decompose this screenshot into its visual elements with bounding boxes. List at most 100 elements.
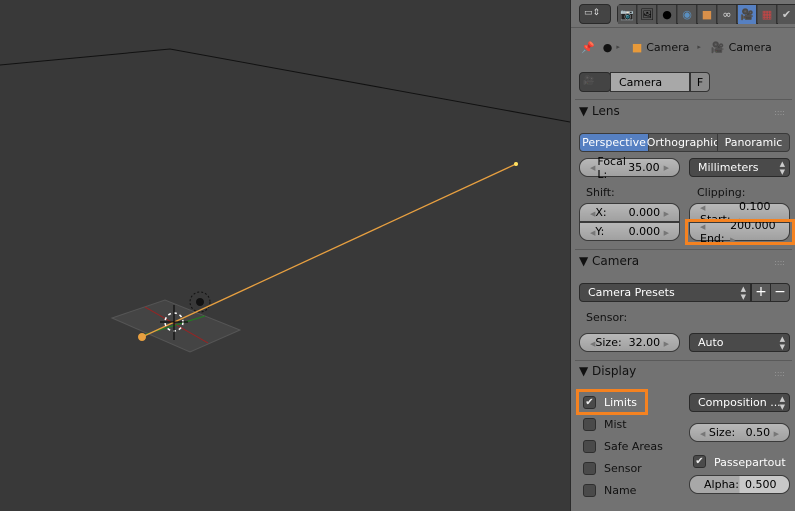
updown-icon: ▲ ▼ (779, 395, 785, 411)
alpha-label: Alpha: (704, 478, 739, 491)
passepartout-checkbox[interactable]: ✔ (693, 455, 706, 468)
breadcrumb-object: Camera (646, 40, 690, 54)
collapse-triangle-icon: ▼ (579, 254, 593, 268)
scene-tab[interactable]: ● (658, 5, 677, 24)
texture-icon: ▦ (761, 8, 773, 21)
shift-x-field[interactable]: ◀X: 0.000 ▶ (579, 203, 680, 222)
sensor-label: Sensor: (586, 311, 628, 324)
scene-icon: ● (662, 8, 672, 21)
limits-highlight (576, 389, 648, 415)
lens-unit-value: Millimeters (698, 161, 759, 174)
camera-panel-header[interactable]: ▼ Camera (579, 254, 639, 268)
name-checkbox[interactable] (583, 484, 596, 497)
pin-icon[interactable]: 📌 (581, 41, 595, 54)
clip-start-value: 0.100 (739, 199, 771, 213)
fake-user-button[interactable]: F (690, 72, 710, 92)
draw-size-field[interactable]: ◀ Size: 0.50 ▶ (689, 423, 790, 442)
perspective-button[interactable]: Perspective (579, 133, 649, 152)
properties-header: ▭⇕ 📷 🖼 ● ◉ ■ ∞ 🎥 ▦ ✔ (571, 0, 795, 28)
display-title: Display (592, 364, 637, 378)
camera-render-icon: 📷 (620, 8, 634, 21)
editor-type-icon: ▭⇕ (584, 8, 601, 18)
breadcrumb-data: Camera (728, 40, 772, 54)
plus-icon: + (755, 284, 767, 300)
passepartout-alpha-slider[interactable]: Alpha: 0.500 (689, 475, 790, 494)
sensor-size-field[interactable]: ◀Size: 32.00 ▶ (579, 333, 680, 352)
camera-data-icon: 🎥 (710, 40, 725, 54)
decrement-arrow-icon[interactable]: ◀ (590, 164, 595, 172)
sensor-display-label: Sensor (604, 462, 642, 475)
camera-presets-dropdown[interactable]: Camera Presets ▲ ▼ (579, 283, 751, 302)
modifier-tab[interactable]: ✔ (778, 5, 795, 24)
add-preset-button[interactable]: + (751, 283, 771, 302)
lens-unit-dropdown[interactable]: Millimeters ▲ ▼ (689, 158, 790, 177)
sensor-fit-dropdown[interactable]: Auto ▲ ▼ (689, 333, 790, 352)
cube-icon: ■ (701, 8, 713, 21)
minus-icon: − (774, 284, 786, 300)
3d-viewport[interactable] (0, 0, 570, 511)
panoramic-button[interactable]: Panoramic (717, 133, 790, 152)
horizon-line (0, 48, 570, 123)
viewport-scene (0, 48, 570, 353)
object-data-camera-tab[interactable]: 🎥 (738, 5, 757, 24)
safe-areas-checkbox[interactable] (583, 440, 596, 453)
panoramic-label: Panoramic (724, 136, 783, 149)
cube-icon: ■ (631, 40, 643, 54)
editor-type-button[interactable]: ▭⇕ (579, 4, 611, 24)
composition-guides-dropdown[interactable]: Composition ... ▲ ▼ (689, 393, 790, 412)
focal-length-field[interactable]: ◀ Focal L: 35.00 ▶ (579, 155, 680, 181)
render-tab[interactable]: 📷 (618, 5, 637, 24)
composition-label: Composition ... (698, 396, 781, 409)
limit-end-point (514, 162, 518, 166)
updown-icon: ▲ ▼ (779, 160, 785, 176)
display-panel-header[interactable]: ▼ Display (579, 364, 636, 378)
drag-grip-icon[interactable]: :::: (774, 108, 785, 117)
clipping-label: Clipping: (697, 186, 746, 199)
scene-icon: ● (602, 40, 613, 54)
orthographic-button[interactable]: Orthographic (647, 133, 719, 152)
updown-icon: ▲ ▼ (740, 285, 746, 301)
properties-panel: ▭⇕ 📷 🖼 ● ◉ ■ ∞ 🎥 ▦ ✔ 📌 ● ▸ ■ Camera ▸ 🎥 … (570, 0, 795, 511)
shift-y-field[interactable]: ◀Y: 0.000 ▶ (579, 222, 680, 241)
camera-data-icon: 🎥 (740, 8, 754, 21)
wrench-icon: ✔ (781, 8, 792, 21)
increment-arrow-icon[interactable]: ▶ (664, 164, 669, 172)
breadcrumb: 📌 ● ▸ ■ Camera ▸ 🎥 Camera (581, 38, 772, 56)
shift-x-label: X: (595, 206, 607, 219)
sensor-fit-value: Auto (698, 336, 724, 349)
fake-user-label: F (696, 75, 704, 89)
browse-camera-button[interactable]: 🎥 (579, 72, 611, 92)
mist-label: Mist (604, 418, 627, 431)
updown-icon: ▲ ▼ (779, 335, 785, 351)
constraints-tab[interactable]: ∞ (718, 5, 737, 24)
texture-tab[interactable]: ▦ (758, 5, 777, 24)
sensor-checkbox[interactable] (583, 462, 596, 475)
drag-grip-icon[interactable]: :::: (774, 369, 785, 378)
datablock-name-field[interactable]: Camera (610, 72, 690, 92)
camera-object[interactable] (138, 333, 146, 341)
render-layers-tab[interactable]: 🖼 (638, 5, 657, 24)
alpha-value: 0.500 (744, 478, 777, 491)
camera-data-icon: 🎥 (583, 76, 595, 86)
layers-icon: 🖼 (640, 8, 654, 21)
camera-presets-label: Camera Presets (588, 286, 675, 299)
collapse-triangle-icon: ▼ (579, 364, 593, 378)
lamp-center (196, 298, 204, 306)
world-icon: ◉ (682, 8, 692, 21)
object-tab[interactable]: ■ (698, 5, 717, 24)
ground-grid (110, 299, 242, 353)
breadcrumb-arrow-icon: ▸ (697, 43, 701, 51)
lens-title: Lens (592, 104, 620, 118)
world-tab[interactable]: ◉ (678, 5, 697, 24)
link-icon: ∞ (722, 8, 732, 21)
focal-label: Focal L: (597, 154, 626, 181)
name-label: Name (604, 484, 637, 497)
mist-checkbox[interactable] (583, 418, 596, 431)
drag-grip-icon[interactable]: :::: (774, 258, 785, 267)
draw-size-value: 0.50 (745, 426, 771, 439)
passepartout-label: Passepartout (714, 456, 786, 469)
remove-preset-button[interactable]: − (770, 283, 790, 302)
focal-value: 35.00 (628, 161, 660, 174)
lens-panel-header[interactable]: ▼ Lens (579, 104, 620, 118)
sensor-size-value: 32.00 (628, 336, 661, 349)
